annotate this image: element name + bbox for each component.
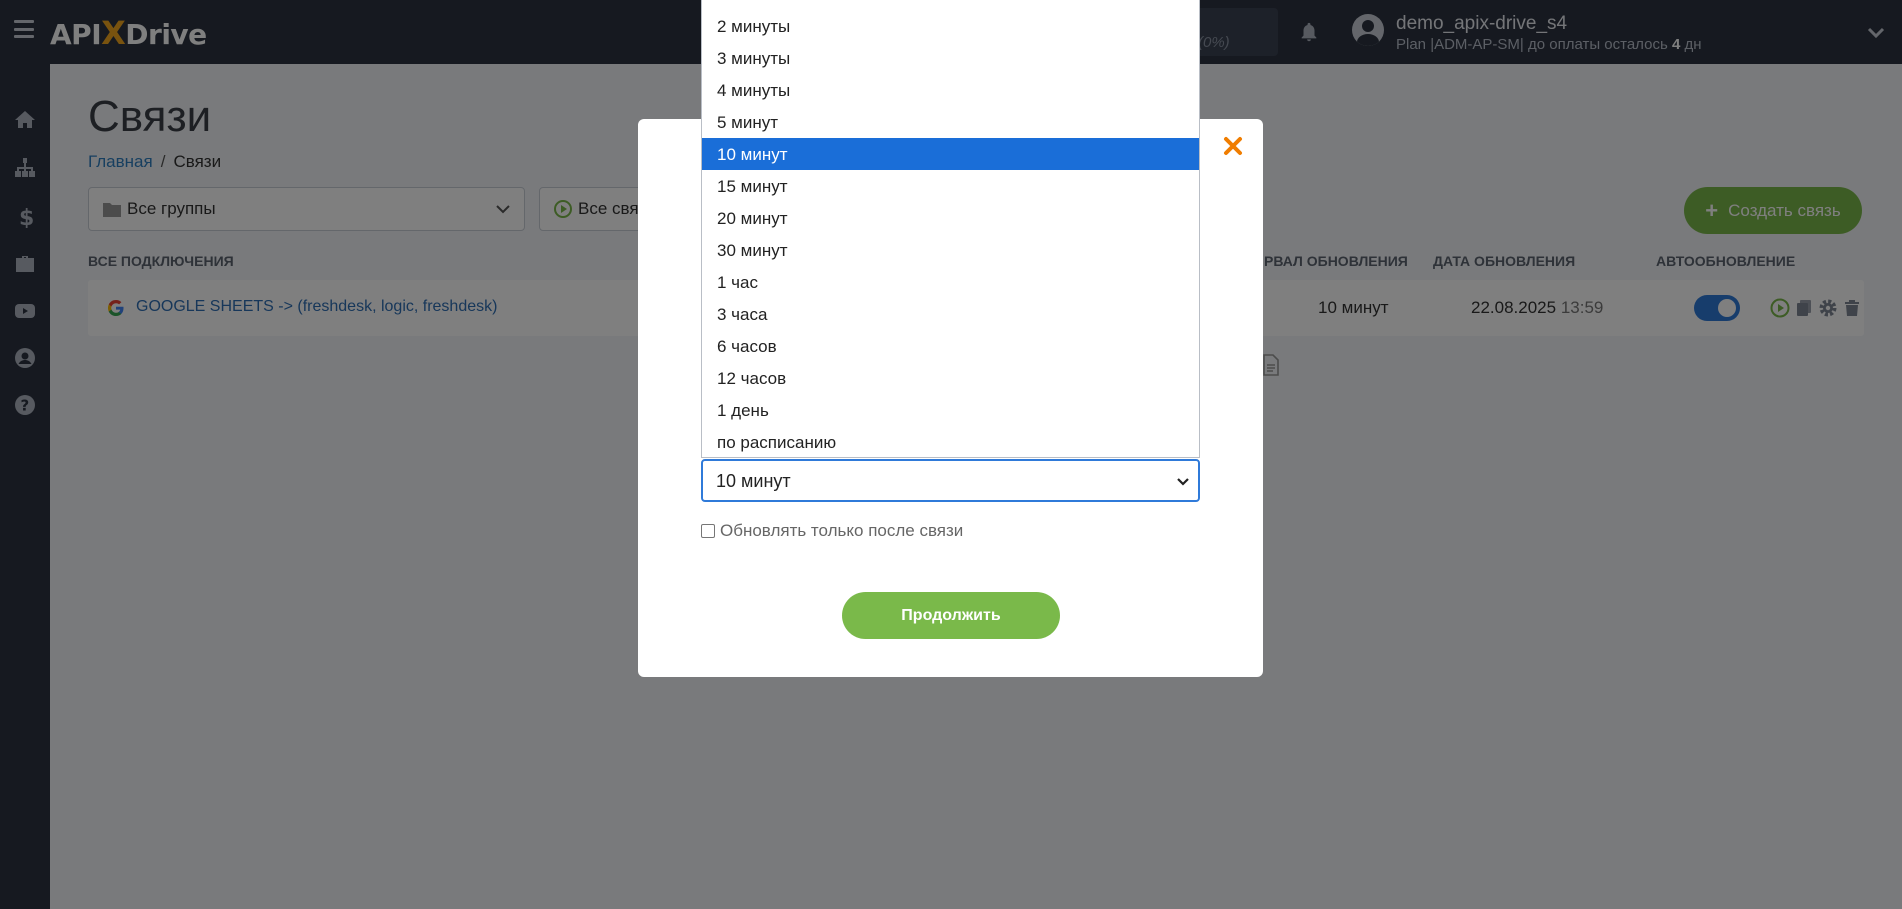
dropdown-option[interactable]: 6 часов [702,330,1199,362]
dropdown-option[interactable]: 5 минут [702,106,1199,138]
interval-dropdown-list: 2 минуты 3 минуты 4 минуты 5 минут 10 минут 1… [701,0,1200,458]
interval-select-value: 10 минут [716,471,791,491]
update-after-connection-label[interactable]: Обновлять только после связи [720,521,963,541]
dropdown-option[interactable]: 2 минуты [702,10,1199,42]
interval-select[interactable]: 10 минут [701,459,1200,502]
dropdown-option[interactable]: 15 минут [702,170,1199,202]
dropdown-option[interactable]: 12 часов [702,362,1199,394]
update-after-connection-option: Обновлять только после связи [701,521,963,541]
continue-button[interactable]: Продолжить [842,592,1060,639]
dropdown-option[interactable]: 30 минут [702,234,1199,266]
dropdown-option[interactable]: 1 день [702,394,1199,426]
dropdown-option[interactable]: 10 минут [702,138,1199,170]
dropdown-option[interactable]: 3 минуты [702,42,1199,74]
dropdown-option[interactable]: по расписанию [702,426,1199,457]
dropdown-option[interactable]: 4 минуты [702,74,1199,106]
dropdown-option[interactable]: 1 час [702,266,1199,298]
dropdown-option[interactable]: 3 часа [702,298,1199,330]
chevron-down-icon [1177,478,1189,486]
dropdown-option[interactable]: 20 минут [702,202,1199,234]
update-after-connection-checkbox[interactable] [701,524,715,538]
close-icon[interactable] [1222,135,1244,157]
